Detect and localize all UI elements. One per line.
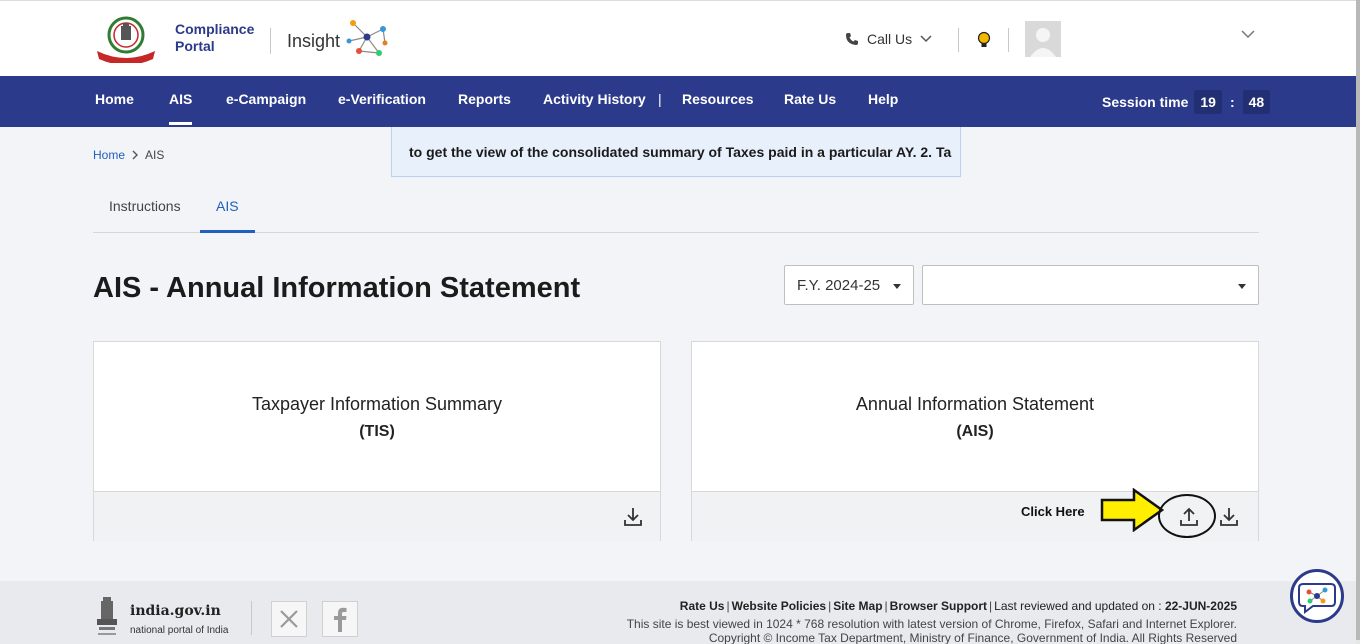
nav-separator: | bbox=[658, 91, 662, 107]
call-us-button[interactable]: Call Us bbox=[845, 31, 932, 47]
last-reviewed-date: 22-JUN-2025 bbox=[1164, 599, 1237, 613]
ais-card-footer: Click Here bbox=[692, 488, 1258, 541]
x-twitter-icon bbox=[280, 610, 298, 628]
last-reviewed-label: Last reviewed and updated on : bbox=[994, 599, 1162, 613]
page-scrollbar[interactable] bbox=[1356, 0, 1360, 644]
call-us-label: Call Us bbox=[867, 31, 913, 47]
ais-card-title: Annual Information Statement bbox=[855, 394, 1095, 414]
facebook-button[interactable] bbox=[322, 601, 358, 637]
chevron-right-icon bbox=[132, 150, 139, 160]
session-colon: : bbox=[1229, 94, 1235, 110]
click-here-annotation: Click Here bbox=[1021, 504, 1085, 519]
caret-down-icon bbox=[1238, 284, 1246, 289]
footer-divider bbox=[251, 601, 252, 635]
secondary-select[interactable] bbox=[922, 265, 1259, 305]
tis-card-body[interactable]: Taxpayer Information Summary (TIS) bbox=[94, 342, 660, 491]
phone-icon bbox=[846, 33, 858, 45]
nav-item-reports[interactable]: Reports bbox=[458, 91, 511, 107]
ais-card-body[interactable]: Annual Information Statement (AIS) bbox=[692, 342, 1258, 491]
session-timer: Session time 19 : 48 bbox=[1102, 90, 1271, 114]
header-divider bbox=[1008, 28, 1009, 52]
tis-card-footer bbox=[94, 491, 660, 541]
avatar[interactable] bbox=[1025, 21, 1061, 57]
upload-icon[interactable] bbox=[1177, 505, 1201, 529]
ais-card: Annual Information Statement (AIS) Click… bbox=[691, 341, 1259, 541]
nav-item-rate-us[interactable]: Rate Us bbox=[784, 91, 836, 107]
scrollbar-thumb[interactable] bbox=[1356, 0, 1360, 640]
page-title: AIS - Annual Information Statement bbox=[93, 272, 581, 304]
arrow-annotation-icon bbox=[1100, 488, 1164, 532]
caret-down-icon bbox=[893, 284, 901, 289]
tab-bar: Instructions AIS bbox=[93, 180, 1259, 233]
chatbot-button[interactable] bbox=[1290, 569, 1344, 623]
tab-ais[interactable]: AIS bbox=[200, 180, 255, 233]
user-avatar-icon bbox=[1030, 28, 1056, 57]
chevron-down-icon[interactable] bbox=[1240, 26, 1256, 42]
session-label: Session time bbox=[1102, 94, 1189, 110]
nav-item-e-campaign[interactable]: e-Campaign bbox=[226, 91, 306, 107]
nav-item-home[interactable]: Home bbox=[95, 91, 134, 107]
tis-card: Taxpayer Information Summary (TIS) bbox=[93, 341, 661, 541]
copyright-text: Copyright © Income Tax Department, Minis… bbox=[708, 631, 1237, 644]
best-viewed-note: This site is best viewed in 1024 * 768 r… bbox=[626, 617, 1237, 631]
emblem-icon bbox=[97, 597, 117, 635]
portal-name-line2: Portal bbox=[175, 38, 215, 54]
tab-instructions[interactable]: Instructions bbox=[93, 180, 197, 233]
footer-link-browser-support[interactable]: Browser Support bbox=[890, 599, 987, 613]
bulb-icon[interactable] bbox=[976, 31, 992, 49]
india-gov-tagline: national portal of India bbox=[130, 625, 229, 636]
insight-network-icon bbox=[346, 20, 388, 56]
ticker-text: to get the view of the consolidated summ… bbox=[409, 144, 952, 160]
breadcrumb-home[interactable]: Home bbox=[93, 148, 125, 162]
footer-link-site-map[interactable]: Site Map bbox=[833, 599, 882, 613]
download-icon[interactable] bbox=[621, 505, 645, 529]
fy-select-value: F.Y. 2024-25 bbox=[797, 277, 881, 294]
header-divider bbox=[958, 28, 959, 52]
nav-item-activity-history[interactable]: Activity History bbox=[543, 91, 646, 107]
chatbot-icon bbox=[1298, 583, 1336, 614]
main-nav: Home AIS e-Campaign e-Verification Repor… bbox=[0, 76, 1356, 127]
footer-link-rate-us[interactable]: Rate Us bbox=[680, 599, 725, 613]
nav-item-ais[interactable]: AIS bbox=[169, 91, 193, 125]
nav-item-e-verification[interactable]: e-Verification bbox=[338, 91, 426, 107]
fy-select[interactable]: F.Y. 2024-25 bbox=[784, 265, 914, 305]
footer-links: Rate Us | Website Policies | Site Map | Browse… bbox=[679, 599, 1237, 613]
session-minutes: 19 bbox=[1194, 90, 1222, 114]
header: Compliance Portal Insight Call Us bbox=[0, 0, 1360, 76]
footer-link-website-policies[interactable]: Website Policies bbox=[732, 599, 826, 613]
footer: india.gov.in national portal of India Ra… bbox=[0, 581, 1356, 644]
india-gov-link[interactable]: india.gov.in bbox=[130, 603, 221, 619]
portal-name-line1: Compliance bbox=[175, 21, 255, 37]
header-divider bbox=[270, 28, 271, 54]
portal-name[interactable]: Compliance Portal bbox=[175, 21, 254, 55]
x-twitter-button[interactable] bbox=[271, 601, 307, 637]
breadcrumb: Home AIS bbox=[93, 148, 164, 162]
download-icon[interactable] bbox=[1217, 505, 1241, 529]
tis-card-subtitle: (TIS) bbox=[359, 423, 395, 440]
session-seconds: 48 bbox=[1242, 90, 1271, 114]
nav-item-help[interactable]: Help bbox=[868, 91, 898, 107]
emblem-icon bbox=[97, 16, 155, 63]
breadcrumb-current: AIS bbox=[145, 148, 165, 162]
ais-card-subtitle: (AIS) bbox=[956, 423, 994, 440]
insight-label: Insight bbox=[287, 31, 341, 51]
tis-card-title: Taxpayer Information Summary bbox=[251, 394, 503, 414]
chevron-down-icon bbox=[920, 35, 932, 43]
facebook-icon bbox=[334, 607, 347, 632]
announcement-ticker: to get the view of the consolidated summ… bbox=[391, 127, 961, 177]
nav-item-resources[interactable]: Resources bbox=[682, 91, 754, 107]
